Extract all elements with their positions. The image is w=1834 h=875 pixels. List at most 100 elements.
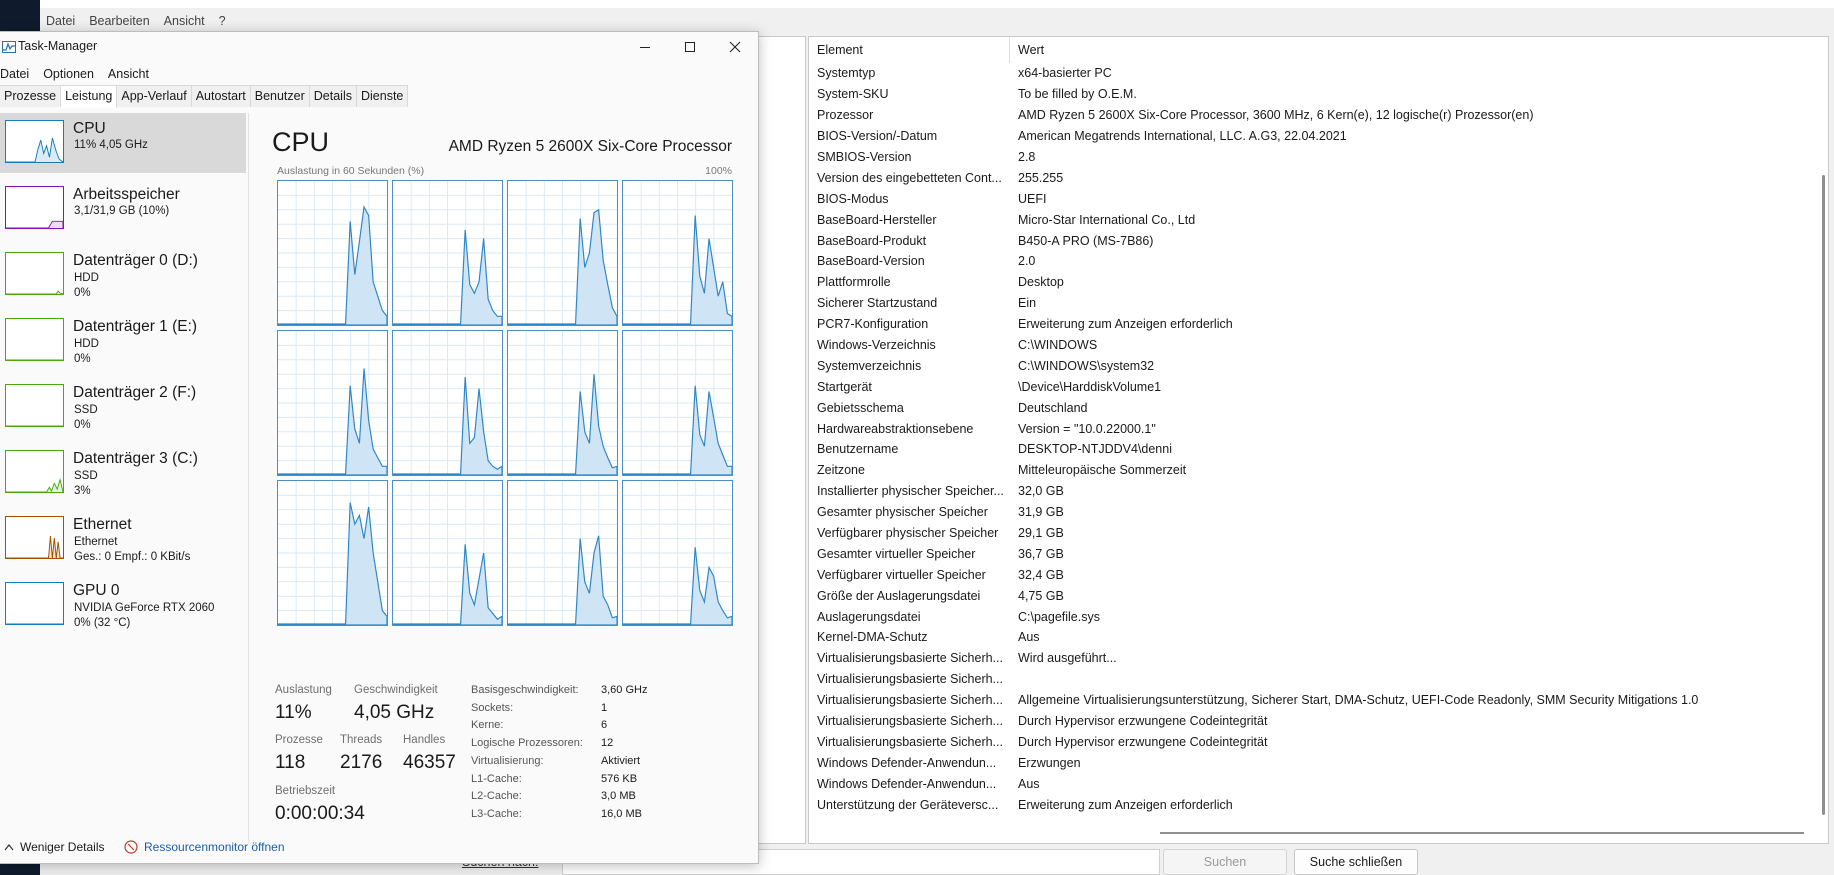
sysinfo-row[interactable]: Gesamter virtueller Speicher 36,7 GB [809,543,1828,564]
sysinfo-row[interactable]: Virtualisierungsbasierte Sicherh... Durch… [809,732,1828,753]
search-button[interactable]: Suchen [1163,849,1287,875]
sysinfo-row[interactable]: Auslagerungsdatei C:\pagefile.sys [809,606,1828,627]
sysinfo-row[interactable]: Hardwareabstraktionsebene Version = "10.0… [809,418,1828,439]
sysinfo-row[interactable]: Gesamter physischer Speicher 31,9 GB [809,502,1828,523]
sysinfo-value-cell: Durch Hypervisor erzwungene Codeintegrit… [1018,734,1268,749]
sysinfo-row[interactable]: Windows Defender-Anwendun... Aus [809,773,1828,794]
menu-options[interactable]: Optionen [43,67,94,81]
tab-services[interactable]: Dienste [356,85,409,107]
close-search-button[interactable]: Suche schließen [1294,849,1418,875]
tab-performance[interactable]: Leistung [61,85,118,108]
sidebar-item-disk-3[interactable]: Datenträger 3 (C:) SSD 3% [0,443,246,503]
sysinfo-value-cell: Erzwungen [1018,755,1081,770]
sysinfo-element-cell: Version des eingebetteten Cont... [817,170,1002,185]
sysinfo-row[interactable]: Systemverzeichnis C:\WINDOWS\system32 [809,355,1828,376]
sysinfo-row[interactable]: Plattformrolle Desktop [809,272,1828,293]
sidebar-item-disk-2[interactable]: Datenträger 2 (F:) SSD 0% [0,377,246,437]
tab-users[interactable]: Benutzer [250,85,310,107]
sysinfo-row[interactable]: Prozessor AMD Ryzen 5 2600X Six-Core Proc… [809,105,1828,126]
sysinfo-row[interactable]: Verfügbarer physischer Speicher 29,1 GB [809,523,1828,544]
sysinfo-menu-view[interactable]: Ansicht [164,14,205,28]
logical-processor-graphs[interactable] [277,180,734,626]
sysinfo-value-cell: C:\pagefile.sys [1018,609,1100,624]
sysinfo-row[interactable]: Virtualisierungsbasierte Sicherh... Allge… [809,690,1828,711]
sysinfo-row[interactable]: PCR7-Konfiguration Erweiterung zum Anzeig… [809,314,1828,335]
sidebar-item-disk-0[interactable]: Datenträger 0 (D:) HDD 0% [0,245,246,305]
sysinfo-row[interactable]: Virtualisierungsbasierte Sicherh... [809,669,1828,690]
sysinfo-row[interactable]: Windows Defender-Anwendun... Erzwungen [809,752,1828,773]
sysinfo-row[interactable]: System-SKU To be filled by O.E.M. [809,84,1828,105]
sysinfo-menu-edit[interactable]: Bearbeiten [89,14,149,28]
sysinfo-row[interactable]: BIOS-Version/-Datum American Megatrends I… [809,126,1828,147]
sysinfo-row[interactable]: BaseBoard-Hersteller Micro-Star Internati… [809,209,1828,230]
task-manager-titlebar[interactable]: Task-Manager [0,32,758,62]
menu-view[interactable]: Ansicht [108,67,149,81]
sysinfo-row[interactable]: Virtualisierungsbasierte Sicherh... Durch… [809,711,1828,732]
sysinfo-row[interactable]: BIOS-Modus UEFI [809,188,1828,209]
sysinfo-element-cell: Auslagerungsdatei [817,609,921,624]
sysinfo-details-list[interactable]: Element Wert Systemtyp x64-basierter PC Sy… [808,36,1829,844]
logical-processor-graph [277,180,388,326]
sysinfo-element-cell: Kernel-DMA-Schutz [817,630,928,645]
sysinfo-row[interactable]: Verfügbarer virtueller Speicher 32,4 GB [809,564,1828,585]
resource-detail: NVIDIA GeForce RTX 2060 [74,602,215,614]
tab-details[interactable]: Details [309,85,357,107]
sysinfo-row[interactable]: Virtualisierungsbasierte Sicherh... Wird … [809,648,1828,669]
resource-usage: 0% [74,287,91,299]
minimize-button[interactable] [622,32,668,62]
task-manager-tabs: Prozesse Leistung App-Verlauf Autostart … [0,85,409,108]
tab-processes[interactable]: Prozesse [0,85,62,107]
resource-detail: HDD [74,272,99,284]
sidebar-item-memory[interactable]: Arbeitsspeicher 3,1/31,9 GB (10%) [0,179,246,239]
sysinfo-row[interactable]: Installierter physischer Speicher... 32,0… [809,481,1828,502]
sysinfo-menu-file[interactable]: Datei [46,14,75,28]
sysinfo-value-cell: American Megatrends International, LLC. … [1018,129,1347,144]
sysinfo-row[interactable]: Größe der Auslagerungsdatei 4,75 GB [809,585,1828,606]
maximize-button[interactable] [667,32,713,62]
column-header-value[interactable]: Wert [1010,43,1828,57]
logical-processor-graph [392,330,503,476]
sysinfo-value-cell: Allgemeine Virtualisierungsunterstützung… [1018,693,1699,708]
sysinfo-element-cell: Startgerät [817,379,872,394]
sysinfo-element-cell: Verfügbarer physischer Speicher [817,526,999,541]
sysinfo-row[interactable]: Gebietsschema Deutschland [809,397,1828,418]
logical-processor-graph [507,480,618,626]
sysinfo-value-cell: 2.0 [1018,254,1036,269]
sysinfo-element-cell: Zeitzone [817,463,865,478]
sysinfo-row[interactable]: BaseBoard-Produkt B450-A PRO (MS-7B86) [809,230,1828,251]
utilization-value: 11% [275,702,312,723]
threads-label: Threads [340,734,383,746]
sidebar-item-disk-1[interactable]: Datenträger 1 (E:) HDD 0% [0,311,246,371]
sysinfo-vertical-scrollbar[interactable] [1822,175,1825,815]
sidebar-item-cpu[interactable]: CPU 11% 4,05 GHz [0,113,246,173]
sysinfo-row[interactable]: Windows-Verzeichnis C:\WINDOWS [809,335,1828,356]
sysinfo-value-cell: 4,75 GB [1018,588,1064,603]
menu-file[interactable]: Datei [0,67,29,81]
sidebar-item-ethernet[interactable]: Ethernet Ethernet Ges.: 0 Empf.: 0 KBit/s [0,509,246,569]
sysinfo-horizontal-scrollbar[interactable] [1160,832,1804,834]
threads-value: 2176 [340,752,383,773]
cpu-info-value: 16,0 MB [601,807,642,820]
sysinfo-menu-help[interactable]: ? [219,14,226,28]
sysinfo-row[interactable]: Systemtyp x64-basierter PC [809,63,1828,84]
resource-detail: 11% 4,05 GHz [74,139,148,151]
sysinfo-row[interactable]: Benutzername DESKTOP-NTJDDV4\denni [809,439,1828,460]
tab-app-history[interactable]: App-Verlauf [117,85,192,107]
close-button[interactable] [712,32,758,62]
sysinfo-row[interactable]: Startgerät \Device\HarddiskVolume1 [809,376,1828,397]
sysinfo-row[interactable]: Version des eingebetteten Cont... 255.255 [809,167,1828,188]
sysinfo-element-cell: Unterstützung der Geräteversc... [817,797,999,812]
sysinfo-row[interactable]: BaseBoard-Version 2.0 [809,251,1828,272]
sidebar-divider [248,113,249,843]
open-resource-monitor-link[interactable]: Ressourcenmonitor öffnen [124,840,285,854]
column-header-element[interactable]: Element [809,37,1010,63]
uptime-label: Betriebszeit [275,785,336,797]
fewer-details-button[interactable]: Weniger Details [4,840,104,854]
sysinfo-row[interactable]: Zeitzone Mitteleuropäische Sommerzeit [809,460,1828,481]
tab-startup[interactable]: Autostart [191,85,251,107]
sidebar-item-gpu-0[interactable]: GPU 0 NVIDIA GeForce RTX 2060 0% (32 °C) [0,575,246,635]
sysinfo-row[interactable]: SMBIOS-Version 2.8 [809,147,1828,168]
sysinfo-row[interactable]: Kernel-DMA-Schutz Aus [809,627,1828,648]
sysinfo-row[interactable]: Sicherer Startzustand Ein [809,293,1828,314]
sysinfo-row[interactable]: Unterstützung der Geräteversc... Erweiter… [809,794,1828,815]
